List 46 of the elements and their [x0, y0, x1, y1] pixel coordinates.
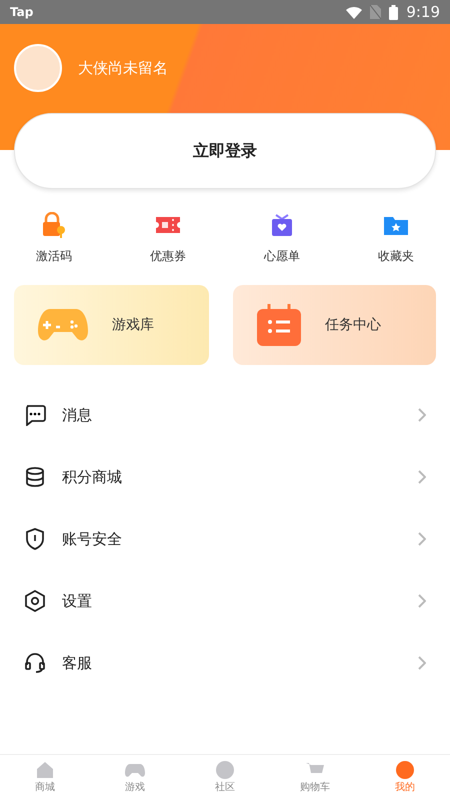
- shortcut-button[interactable]: 激活码: [14, 211, 94, 265]
- home-icon: [35, 760, 55, 780]
- menu-label: 积分商城: [62, 466, 123, 488]
- battery-icon: [389, 4, 398, 20]
- chevron-right-icon: [418, 532, 426, 546]
- menu-row[interactable]: 消息: [0, 384, 450, 446]
- ticket-icon: [154, 214, 182, 236]
- chevron-right-icon: [418, 470, 426, 484]
- feature-card[interactable]: 游戏库: [14, 285, 209, 365]
- menu-label: 账号安全: [62, 528, 123, 550]
- gift-heart-icon: [270, 213, 294, 237]
- avatar[interactable]: [14, 44, 62, 92]
- feature-card[interactable]: 任务中心: [233, 285, 436, 365]
- wifi-icon: [346, 6, 362, 18]
- menu-label: 消息: [62, 404, 93, 426]
- login-button[interactable]: 立即登录: [14, 113, 436, 189]
- clock-time: 9:19: [406, 2, 440, 23]
- tab-button[interactable]: 购物车: [285, 760, 345, 795]
- user-name: 大侠尚未留名: [78, 58, 168, 79]
- shortcut-button[interactable]: 收藏夹: [356, 211, 436, 265]
- app-name: Tap: [10, 4, 34, 21]
- menu-row[interactable]: 设置: [0, 570, 450, 632]
- settings-icon: [24, 590, 46, 612]
- headset-icon: [24, 652, 46, 674]
- database-icon: [24, 466, 46, 488]
- menu-row[interactable]: 账号安全: [0, 508, 450, 570]
- chevron-right-icon: [418, 408, 426, 422]
- tab-button[interactable]: 游戏: [105, 760, 165, 795]
- card-label: 游戏库: [112, 316, 154, 334]
- tab-button[interactable]: 社区: [195, 760, 255, 795]
- menu-row[interactable]: 客服: [0, 632, 450, 694]
- shield-icon: [24, 528, 46, 550]
- tab-button[interactable]: 商城: [15, 760, 75, 795]
- menu-label: 客服: [62, 652, 93, 674]
- chevron-right-icon: [418, 594, 426, 608]
- menu-label: 设置: [62, 590, 93, 612]
- shortcut-button[interactable]: 优惠券: [128, 211, 208, 265]
- shortcut-button[interactable]: 心愿单: [242, 211, 322, 265]
- calendar-list-icon: [257, 304, 301, 346]
- menu-row[interactable]: 积分商城: [0, 446, 450, 508]
- chevron-right-icon: [418, 656, 426, 670]
- folder-star-icon: [383, 214, 409, 236]
- card-label: 任务中心: [325, 316, 381, 334]
- message-icon: [24, 404, 46, 426]
- lock-key-icon: [41, 212, 67, 238]
- no-sim-icon: [370, 5, 382, 19]
